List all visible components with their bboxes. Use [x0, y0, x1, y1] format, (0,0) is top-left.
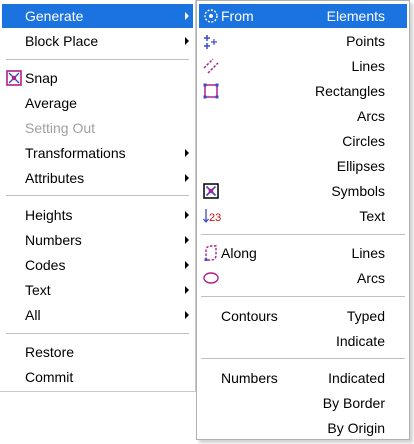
submenu-item-contours-typed[interactable]: Contours Typed [199, 304, 407, 328]
menu-item-heights[interactable]: Heights [2, 203, 193, 227]
menu-label: Attributes [25, 170, 85, 186]
submenu-label: Along [221, 245, 257, 261]
submenu-arrow-icon [185, 174, 189, 182]
submenu-item-symbols[interactable]: Symbols [199, 179, 407, 203]
menu-item-codes[interactable]: Codes [2, 253, 193, 277]
submenu-label: From [221, 8, 254, 24]
separator [6, 59, 189, 60]
menu-item-snap[interactable]: Snap [2, 66, 193, 90]
rectangles-icon [203, 83, 219, 99]
separator [201, 358, 405, 359]
submenu-label: Arcs [357, 270, 385, 286]
menu-label: Heights [25, 207, 73, 223]
submenu-item-from-elements[interactable]: From Elements [199, 4, 407, 28]
submenu-arrow-icon [185, 236, 189, 244]
submenu-label: Circles [342, 133, 385, 149]
submenu-label: Rectangles [314, 83, 385, 99]
submenu-arrow-icon [185, 12, 189, 20]
submenu-item-numbers-by-border[interactable]: By Border [199, 391, 407, 415]
menu-label: Restore [25, 344, 75, 360]
submenu-item-ellipses[interactable]: Ellipses [199, 154, 407, 178]
submenu-label: Points [346, 33, 385, 49]
along-lines-icon [204, 245, 217, 261]
menu-item-all[interactable]: All [2, 303, 193, 327]
submenu-item-points[interactable]: Points [199, 29, 407, 53]
submenu-label: Text [359, 208, 385, 224]
svg-text:23: 23 [209, 212, 221, 224]
submenu-label: By Origin [327, 420, 385, 436]
menu-label: Average [25, 95, 77, 111]
submenu-item-lines[interactable]: Lines [199, 54, 407, 78]
submenu-item-numbers-indicated[interactable]: Numbers Indicated [199, 366, 407, 390]
menu-label: All [25, 307, 41, 323]
text-icon: 23 [203, 209, 221, 224]
menu-label: Block Place [25, 33, 99, 49]
submenu-label: Lines [351, 245, 385, 261]
submenu-arrow-icon [185, 311, 189, 319]
submenu-label: Arcs [357, 108, 385, 124]
menu-item-generate[interactable]: Generate [2, 4, 193, 28]
menu-item-text[interactable]: Text [2, 278, 193, 302]
menu-label: Text [25, 282, 51, 298]
menu-label: Commit [25, 369, 74, 385]
separator [6, 195, 189, 196]
submenu-item-along-arcs[interactable]: Arcs [199, 266, 407, 290]
submenu-item-rectangles[interactable]: Rectangles [199, 79, 407, 103]
snap-icon [6, 70, 22, 86]
submenu-arrow-icon [185, 37, 189, 45]
menu-item-commit[interactable]: Commit [2, 365, 193, 389]
submenu-item-arcs[interactable]: Arcs [199, 104, 407, 128]
submenu-label: Indicate [335, 333, 385, 349]
menu-item-average[interactable]: Average [2, 91, 193, 115]
menu-label: Snap [25, 70, 58, 86]
menu-label: Transformations [25, 145, 126, 161]
submenu-item-circles[interactable]: Circles [199, 129, 407, 153]
menu-item-restore[interactable]: Restore [2, 340, 193, 364]
submenu-arrow-icon [185, 149, 189, 157]
submenu-label: Contours [221, 308, 278, 324]
menu-item-numbers[interactable]: Numbers [2, 228, 193, 252]
separator [201, 234, 405, 235]
lines-icon [203, 58, 219, 74]
submenu-item-text[interactable]: 23 Text [199, 204, 407, 228]
submenu-label: Ellipses [336, 158, 385, 174]
submenu-arrow-icon [185, 261, 189, 269]
separator [6, 333, 189, 334]
points-icon [204, 35, 217, 49]
submenu-item-contours-indicate[interactable]: Indicate [199, 329, 407, 353]
menu-item-block-place[interactable]: Block Place [2, 29, 193, 53]
submenu-label: Lines [351, 58, 385, 74]
submenu-label: By Border [322, 395, 385, 411]
submenu-label: Numbers [221, 370, 278, 386]
submenu-arrow-icon [185, 211, 189, 219]
submenu-item-along-lines[interactable]: Along Lines [199, 241, 407, 265]
submenu-label: Symbols [331, 183, 385, 199]
symbols-icon [203, 183, 219, 199]
menu-label: Numbers [25, 232, 82, 248]
along-arcs-icon [203, 272, 219, 284]
separator [201, 296, 405, 297]
generate-submenu: From Elements Points Lines Rectangles Ar… [196, 0, 410, 440]
menu-item-transformations[interactable]: Transformations [2, 141, 193, 165]
menu-item-setting-out: Setting Out [2, 116, 193, 140]
context-menu: Generate Block Place Snap Average Settin… [0, 0, 196, 392]
menu-item-attributes[interactable]: Attributes [2, 166, 193, 190]
menu-label: Codes [25, 257, 66, 273]
from-elements-icon [204, 9, 218, 23]
submenu-label: Elements [326, 8, 385, 24]
menu-label: Setting Out [25, 120, 96, 136]
menu-label: Generate [25, 8, 84, 24]
submenu-item-numbers-by-origin[interactable]: By Origin [199, 416, 407, 440]
submenu-label: Indicated [328, 370, 385, 386]
submenu-label: Typed [346, 308, 385, 324]
submenu-arrow-icon [185, 286, 189, 294]
